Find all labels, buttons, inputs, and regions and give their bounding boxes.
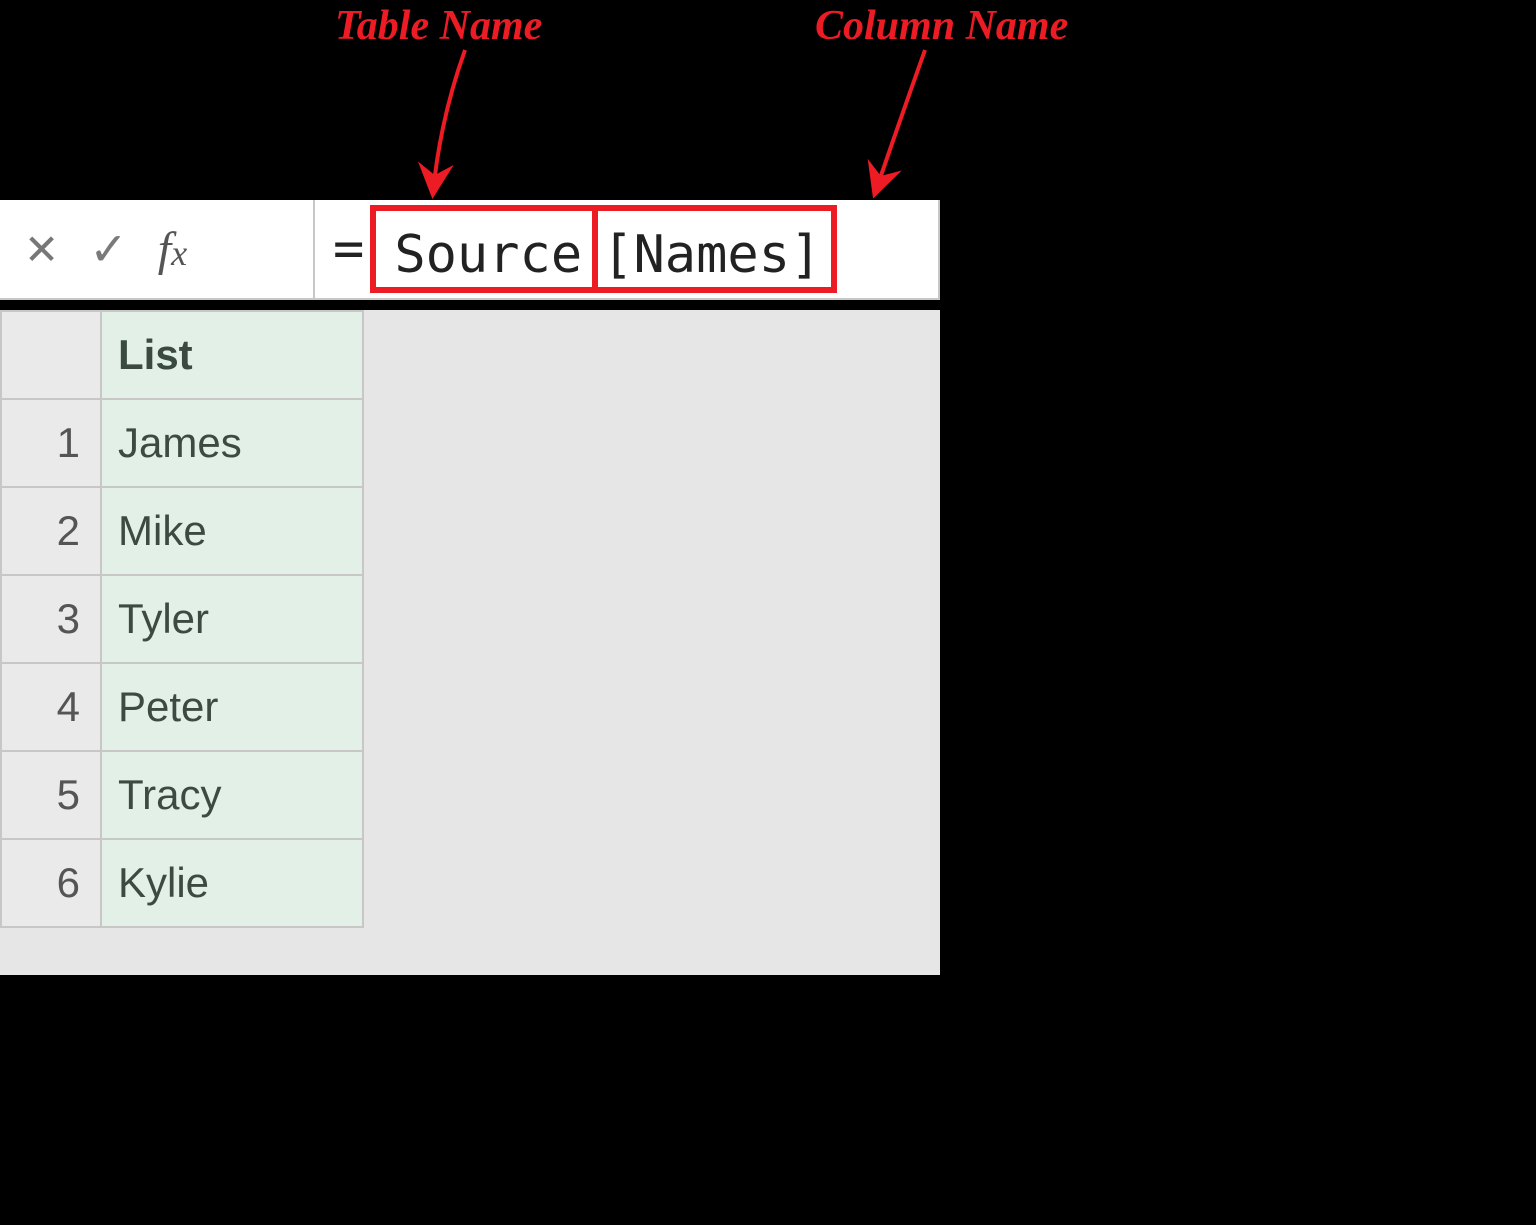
row-number: 3 (1, 575, 101, 663)
table-row[interactable]: 1James (1, 399, 363, 487)
list-item[interactable]: Peter (101, 663, 363, 751)
list-item[interactable]: Tracy (101, 751, 363, 839)
list-item[interactable]: Tyler (101, 575, 363, 663)
annotation-column-name: Column Name (815, 2, 1068, 50)
formula-input[interactable]: = Source[Names] (315, 200, 940, 300)
list-item[interactable]: Mike (101, 487, 363, 575)
callout-arrow-table (395, 50, 505, 205)
row-number: 4 (1, 663, 101, 751)
annotation-table-name: Table Name (335, 2, 542, 50)
table-corner (1, 311, 101, 399)
table-row[interactable]: 5Tracy (1, 751, 363, 839)
list-item[interactable]: James (101, 399, 363, 487)
table-row[interactable]: 3Tyler (1, 575, 363, 663)
callout-arrow-column (845, 50, 955, 205)
formula-bar: ✕ ✓ fx = Source[Names] (0, 200, 940, 300)
formula-table-segment: Source (370, 205, 598, 293)
row-number: 5 (1, 751, 101, 839)
column-header-list[interactable]: List (101, 311, 363, 399)
table-row[interactable]: 4Peter (1, 663, 363, 751)
row-number: 1 (1, 399, 101, 487)
confirm-icon[interactable]: ✓ (89, 222, 128, 276)
table-row[interactable]: 6Kylie (1, 839, 363, 927)
row-number: 6 (1, 839, 101, 927)
formula-prefix: = (333, 219, 370, 279)
table-row[interactable]: 2Mike (1, 487, 363, 575)
list-grid: List 1James2Mike3Tyler4Peter5Tracy6Kylie (0, 310, 940, 975)
formula-column-segment: [Names] (598, 205, 837, 293)
row-number: 2 (1, 487, 101, 575)
fx-icon[interactable]: fx (158, 222, 187, 277)
list-item[interactable]: Kylie (101, 839, 363, 927)
cancel-icon[interactable]: ✕ (24, 225, 59, 274)
formula-bar-buttons: ✕ ✓ fx (0, 200, 315, 300)
